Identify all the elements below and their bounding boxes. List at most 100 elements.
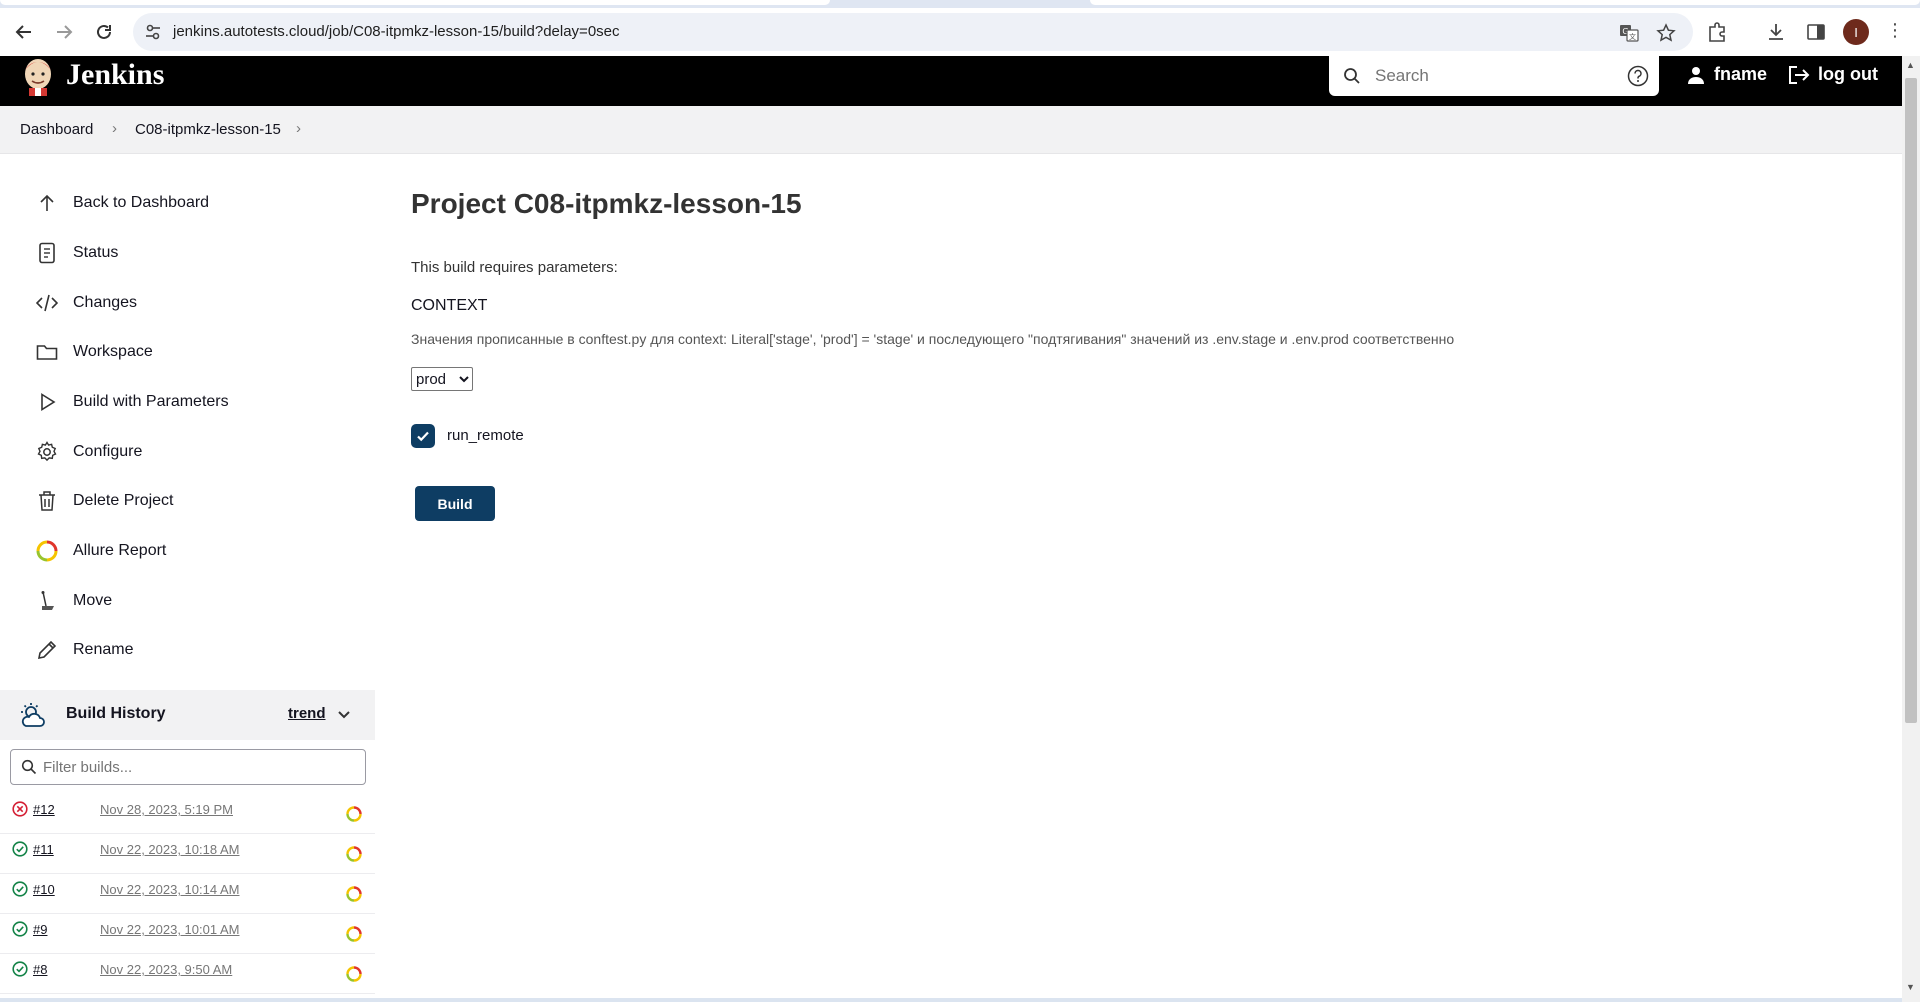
- weather-icon: [21, 703, 45, 727]
- sidebar-item-label: Workspace: [73, 343, 153, 360]
- move-icon: [36, 590, 58, 612]
- build-date-link[interactable]: Nov 22, 2023, 10:01 AM: [100, 922, 239, 937]
- table-row: #10 Nov 22, 2023, 10:14 AM: [0, 874, 375, 914]
- search-icon: [1344, 68, 1360, 84]
- bookmark-star-icon[interactable]: [1655, 22, 1677, 44]
- browser-toolbar: jenkins.autotests.cloud/job/C08-itpmkz-l…: [0, 8, 1920, 56]
- build-date-link[interactable]: Nov 22, 2023, 9:50 AM: [100, 962, 232, 977]
- translate-icon[interactable]: G文: [1618, 22, 1640, 44]
- scroll-up-arrow-icon[interactable]: ▲: [1906, 60, 1915, 70]
- scrollbar-thumb[interactable]: [1905, 78, 1917, 723]
- breadcrumb-chevron-icon[interactable]: ›: [112, 120, 117, 137]
- document-icon: [36, 242, 58, 264]
- parameter-description: Значения прописанные в conftest.py для c…: [411, 331, 1455, 347]
- sidebar-item-label: Rename: [73, 641, 134, 658]
- address-bar[interactable]: jenkins.autotests.cloud/job/C08-itpmkz-l…: [133, 13, 1693, 51]
- logout-link[interactable]: log out: [1788, 64, 1878, 85]
- success-status-icon: [12, 881, 28, 897]
- breadcrumb: Dashboard › C08-itpmkz-lesson-15 ›: [0, 106, 1902, 154]
- sidebar-item-label: Back to Dashboard: [73, 194, 210, 211]
- search-box[interactable]: [1329, 56, 1659, 96]
- sidebar-item-build-with-parameters[interactable]: Build with Parameters: [36, 387, 229, 417]
- pencil-icon: [36, 639, 58, 661]
- build-number-link[interactable]: #9: [33, 922, 47, 937]
- allure-icon[interactable]: [346, 926, 362, 942]
- scroll-down-arrow-icon[interactable]: ▼: [1906, 982, 1915, 992]
- jenkins-header: Jenkins fname log out: [0, 56, 1902, 106]
- build-number-link[interactable]: #12: [33, 802, 55, 817]
- site-settings-icon[interactable]: [143, 22, 163, 42]
- breadcrumb-project[interactable]: C08-itpmkz-lesson-15: [135, 121, 281, 138]
- filter-builds-input[interactable]: [43, 757, 343, 777]
- search-input[interactable]: [1375, 64, 1615, 88]
- side-panel-icon[interactable]: [1804, 20, 1828, 44]
- back-arrow-icon[interactable]: [8, 16, 40, 48]
- sidebar-item-label: Delete Project: [73, 492, 174, 509]
- filter-builds-box[interactable]: [10, 749, 366, 785]
- build-button[interactable]: Build: [415, 486, 495, 521]
- sidebar-item-label: Changes: [73, 294, 138, 311]
- run-remote-checkbox[interactable]: [411, 424, 435, 448]
- browser-tab-strip-right: [1090, 0, 1920, 5]
- sidebar-item-status[interactable]: Status: [36, 238, 118, 268]
- success-status-icon: [12, 841, 28, 857]
- logout-label[interactable]: log out: [1818, 64, 1878, 85]
- sidebar-item-workspace[interactable]: Workspace: [36, 337, 153, 367]
- code-icon: [36, 292, 58, 314]
- profile-avatar[interactable]: I: [1843, 19, 1869, 45]
- jenkins-logo-icon[interactable]: [20, 56, 56, 96]
- user-name[interactable]: fname: [1714, 64, 1767, 85]
- extensions-icon[interactable]: [1705, 20, 1729, 44]
- sidebar-item-delete-project[interactable]: Delete Project: [36, 486, 174, 516]
- sidebar-item-configure[interactable]: Configure: [36, 437, 142, 467]
- logout-icon: [1789, 65, 1810, 84]
- reload-icon[interactable]: [88, 16, 120, 48]
- sidebar-item-back-to-dashboard[interactable]: Back to Dashboard: [36, 188, 209, 218]
- jenkins-brand[interactable]: Jenkins: [66, 58, 164, 92]
- allure-icon[interactable]: [346, 966, 362, 982]
- table-row: #12 Nov 28, 2023, 5:19 PM: [0, 794, 375, 834]
- build-date-link[interactable]: Nov 22, 2023, 10:18 AM: [100, 842, 239, 857]
- sidebar-item-allure-report[interactable]: Allure Report: [36, 536, 166, 566]
- sidebar-item-rename[interactable]: Rename: [36, 635, 133, 665]
- sidebar-item-label: Build with Parameters: [73, 393, 229, 410]
- sidebar-item-label: Configure: [73, 443, 143, 460]
- user-menu[interactable]: fname: [1686, 64, 1767, 85]
- chevron-down-icon[interactable]: [336, 707, 352, 723]
- allure-icon[interactable]: [346, 846, 362, 862]
- sidebar-item-label: Allure Report: [73, 542, 167, 559]
- build-number-link[interactable]: #8: [33, 962, 47, 977]
- build-history-header: Build History trend: [0, 690, 375, 740]
- run-remote-label[interactable]: run_remote: [447, 427, 524, 444]
- page-title: Project C08-itpmkz-lesson-15: [411, 188, 802, 219]
- build-number-link[interactable]: #11: [33, 842, 54, 857]
- gear-icon: [36, 441, 58, 463]
- window-bottom-edge: [0, 998, 1902, 1002]
- allure-icon[interactable]: [346, 886, 362, 902]
- more-menu-icon[interactable]: ⋮: [1885, 20, 1905, 44]
- failed-status-icon: [12, 801, 28, 817]
- forward-arrow-icon[interactable]: [48, 16, 80, 48]
- allure-icon: [36, 540, 58, 562]
- success-status-icon: [12, 921, 28, 937]
- search-icon: [21, 759, 37, 775]
- trash-icon: [36, 490, 58, 512]
- build-date-link[interactable]: Nov 28, 2023, 5:19 PM: [100, 802, 233, 817]
- table-row: #9 Nov 22, 2023, 10:01 AM: [0, 914, 375, 954]
- context-select[interactable]: prod: [411, 367, 473, 391]
- trend-link[interactable]: trend: [288, 705, 326, 722]
- breadcrumb-dashboard[interactable]: Dashboard: [20, 121, 93, 138]
- table-row: #8 Nov 22, 2023, 9:50 AM: [0, 954, 375, 994]
- build-history-title: Build History: [66, 705, 166, 722]
- build-number-link[interactable]: #10: [33, 882, 55, 897]
- help-icon[interactable]: [1627, 65, 1649, 87]
- build-date-link[interactable]: Nov 22, 2023, 10:14 AM: [100, 882, 239, 897]
- allure-icon[interactable]: [346, 806, 362, 822]
- play-icon: [36, 391, 58, 413]
- sidebar-item-label: Status: [73, 244, 119, 261]
- sidebar-item-changes[interactable]: Changes: [36, 288, 137, 318]
- sidebar-item-move[interactable]: Move: [36, 586, 112, 616]
- breadcrumb-chevron-icon[interactable]: ›: [296, 120, 301, 137]
- url-text[interactable]: jenkins.autotests.cloud/job/C08-itpmkz-l…: [173, 23, 620, 40]
- download-icon[interactable]: [1764, 20, 1788, 44]
